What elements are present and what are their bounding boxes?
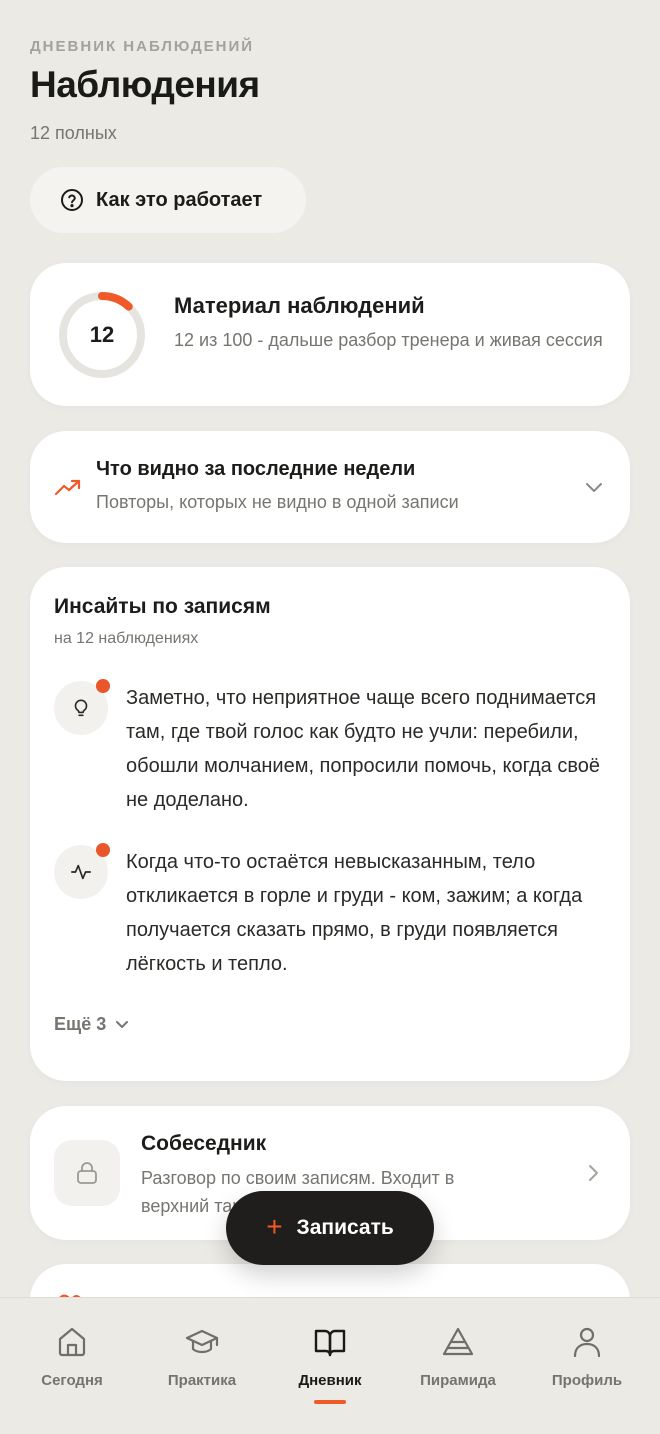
chevron-down-icon — [116, 1020, 129, 1028]
tab-label: Практика — [167, 1372, 237, 1389]
how-it-works-button[interactable]: Как это работает — [30, 167, 306, 233]
page-subtitle: 12 полных — [30, 123, 117, 143]
lock-tile — [54, 1140, 120, 1206]
lock-icon — [77, 1162, 97, 1184]
lightbulb-icon — [74, 699, 88, 717]
chevron-down-icon[interactable] — [584, 478, 604, 496]
tab-profile[interactable]: Профиль — [521, 1298, 653, 1434]
home-icon — [58, 1327, 86, 1357]
bottom-tab-bar: Сегодня Практика Дневник Пирамида Профил… — [0, 1297, 660, 1434]
weeks-description: Повторы, которых не видно в одной записи — [96, 492, 459, 512]
tab-label: Сегодня — [41, 1372, 103, 1389]
material-description: 12 из 100 - дальше разбор тренера и жива… — [174, 330, 603, 350]
plus-icon: + — [266, 1211, 283, 1242]
record-button-label: Записать — [296, 1216, 394, 1239]
tab-label: Пирамида — [420, 1372, 496, 1389]
how-it-works-label: Как это работает — [96, 188, 263, 211]
weeks-title: Что видно за последние недели — [96, 458, 416, 480]
pyramid-icon — [442, 1327, 474, 1356]
progress-count: 12 — [89, 322, 115, 347]
tab-diary[interactable]: Дневник — [264, 1298, 396, 1434]
pulse-icon — [71, 864, 91, 880]
material-title: Материал наблюдений — [174, 293, 425, 318]
unread-dot — [96, 679, 110, 693]
tab-practice[interactable]: Практика — [136, 1298, 268, 1434]
unread-dot — [96, 843, 110, 857]
partner-title: Собеседник — [141, 1132, 267, 1155]
show-more-label: Ещё 3 — [54, 1014, 107, 1034]
graduation-cap-icon — [185, 1329, 219, 1354]
insights-card: Инсайты по записям на 12 наблюдениях Зам… — [30, 567, 630, 1081]
trend-up-icon — [54, 479, 81, 496]
weeks-summary-card[interactable]: Что видно за последние недели Повторы, к… — [30, 431, 630, 543]
material-card[interactable]: 12 Материал наблюдений 12 из 100 - дальш… — [30, 263, 630, 406]
chevron-right-icon — [589, 1165, 598, 1181]
record-button[interactable]: + Записать — [226, 1191, 434, 1265]
insight-text: Заметно, что неприятное чаще всего подни… — [126, 687, 600, 811]
book-icon — [314, 1329, 346, 1357]
insight-text: Когда что-то остаётся невысказанным, тел… — [126, 851, 583, 975]
app-screen: ДНЕВНИК НАБЛЮДЕНИЙ Наблюдения 12 полных … — [0, 0, 660, 1434]
insights-subtitle: на 12 наблюдениях — [54, 630, 199, 647]
show-more-button[interactable]: Ещё 3 — [54, 1014, 130, 1035]
insights-title: Инсайты по записям — [54, 595, 271, 618]
page-eyebrow: ДНЕВНИК НАБЛЮДЕНИЙ — [30, 38, 255, 55]
question-circle-icon — [61, 189, 83, 211]
user-icon — [573, 1327, 601, 1358]
tab-label: Профиль — [551, 1372, 623, 1389]
tab-today[interactable]: Сегодня — [6, 1298, 138, 1434]
insight-item: Заметно, что неприятное чаще всего подни… — [54, 679, 614, 821]
tab-label: Дневник — [298, 1372, 362, 1389]
tab-pyramid[interactable]: Пирамида — [392, 1298, 524, 1434]
page-title: Наблюдения — [30, 64, 260, 105]
insight-item: Когда что-то остаётся невысказанным, тел… — [54, 843, 614, 985]
active-tab-indicator — [314, 1400, 346, 1404]
